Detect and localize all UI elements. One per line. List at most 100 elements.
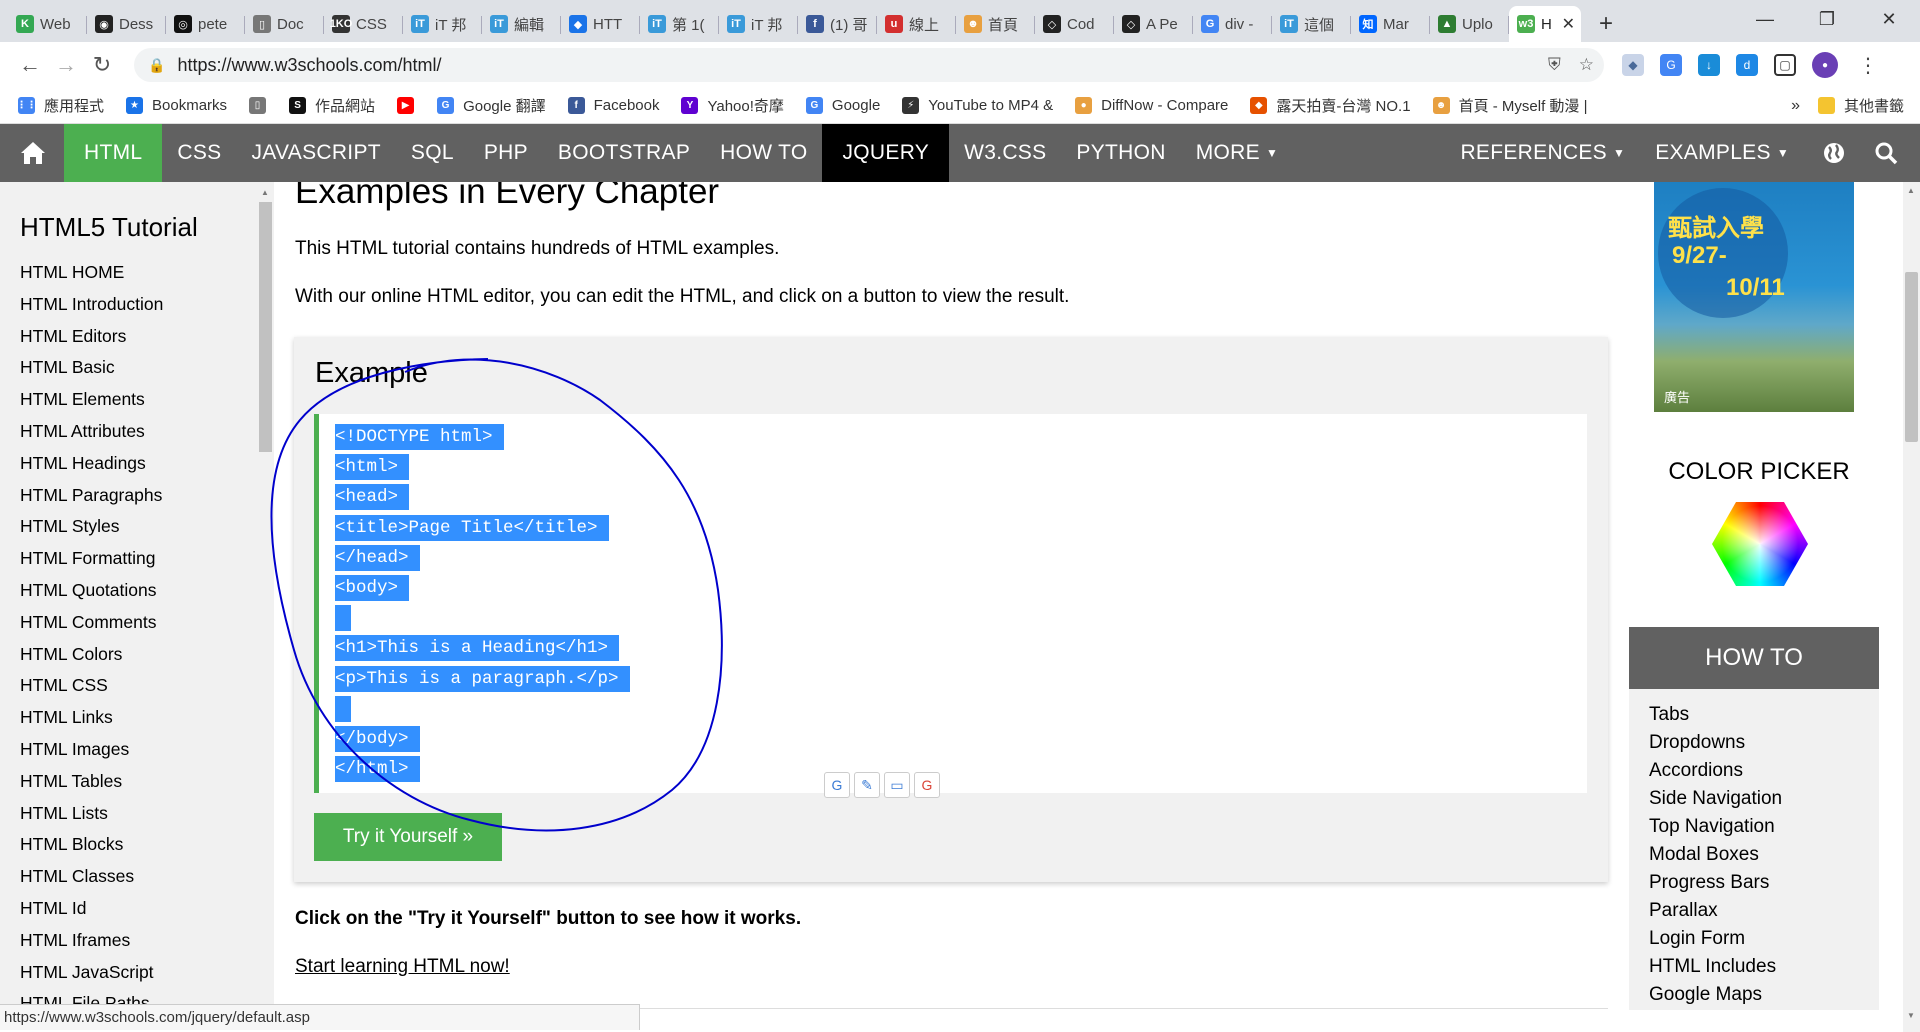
try-it-yourself-button[interactable]: Try it Yourself » <box>314 813 502 861</box>
sidebar-scrollbar[interactable]: ▲ <box>257 182 274 1010</box>
bookmark-item[interactable]: ⚡ YouTube to MP4 & <box>902 97 1053 114</box>
forward-arrow-icon[interactable]: → <box>48 47 84 83</box>
sidebar-link[interactable]: HTML Formatting <box>0 543 257 575</box>
sidebar-link[interactable]: HTML Styles <box>0 511 257 543</box>
tab[interactable]: iT 編輯 <box>482 6 561 42</box>
advertisement-banner[interactable]: 甄試入學 9/27- 10/11 廣告 <box>1654 182 1854 412</box>
howto-link[interactable]: Top Navigation <box>1629 813 1879 841</box>
w3-nav-w3-css[interactable]: W3.CSS <box>949 124 1061 182</box>
tab[interactable]: ◆ HTT <box>561 6 640 42</box>
tab[interactable]: ☻ 首頁 <box>956 6 1035 42</box>
bookmarks-overflow-chevron-icon[interactable]: » <box>1791 97 1800 115</box>
bookmark-item[interactable]: ◆ 露天拍賣-台灣 NO.1 <box>1250 95 1411 116</box>
dict-extension-icon[interactable]: d <box>1736 54 1758 76</box>
sidebar-link[interactable]: HTML Blocks <box>0 829 257 861</box>
howto-link[interactable]: Tabs <box>1629 701 1879 729</box>
w3-nav-jquery[interactable]: JQUERY <box>822 124 950 182</box>
tab[interactable]: u 線上 <box>877 6 956 42</box>
back-arrow-icon[interactable]: ← <box>12 47 48 83</box>
scroll-down-arrow-icon[interactable]: ▼ <box>1907 1011 1915 1020</box>
tab[interactable]: ▲ Uplo <box>1430 6 1509 42</box>
tab[interactable]: ◇ Cod <box>1035 6 1114 42</box>
howto-link[interactable]: Parallax <box>1629 897 1879 925</box>
sidebar-link[interactable]: HTML Paragraphs <box>0 480 257 512</box>
bookmark-item[interactable]: S 作品網站 <box>289 95 375 116</box>
w3-nav-more[interactable]: MORE ▼ <box>1181 124 1293 182</box>
sidebar-link[interactable]: HTML CSS <box>0 670 257 702</box>
howto-link[interactable]: Side Navigation <box>1629 785 1879 813</box>
w3-nav-python[interactable]: PYTHON <box>1061 124 1180 182</box>
code-block[interactable]: <!DOCTYPE html> <html> <head> <title>Page T… <box>314 414 1587 793</box>
new-tab-button[interactable]: + <box>1589 6 1623 42</box>
bookmark-item[interactable]: ☻ 首頁 - Myself 動漫 | <box>1432 95 1587 116</box>
sidebar-link[interactable]: HTML HOME <box>0 257 257 289</box>
chrome-menu-icon[interactable]: ⋮ <box>1858 53 1878 78</box>
bookmark-item[interactable]: f Facebook <box>567 97 659 114</box>
sidebar-link[interactable]: HTML Headings <box>0 448 257 480</box>
tab[interactable]: ◇ A Pe <box>1114 6 1193 42</box>
sidebar-link[interactable]: HTML Elements <box>0 384 257 416</box>
page-scroll-thumb[interactable] <box>1905 272 1918 442</box>
scroll-up-arrow-icon[interactable]: ▲ <box>261 188 269 197</box>
w3-nav-how-to[interactable]: HOW TO <box>705 124 822 182</box>
sidebar-link[interactable]: HTML Basic <box>0 352 257 384</box>
reload-icon[interactable]: ↻ <box>84 47 120 83</box>
sidebar-link[interactable]: HTML JavaScript <box>0 957 257 989</box>
w3-nav-javascript[interactable]: JAVASCRIPT <box>236 124 395 182</box>
sidebar-link[interactable]: HTML Id <box>0 893 257 925</box>
w3-nav-sql[interactable]: SQL <box>396 124 469 182</box>
sidebar-link[interactable]: HTML Quotations <box>0 575 257 607</box>
download-extension-icon[interactable]: ↓ <box>1698 54 1720 76</box>
sidebar-link[interactable]: HTML Colors <box>0 639 257 671</box>
tab[interactable]: 1KO CSS <box>324 6 403 42</box>
howto-link[interactable]: Range Sliders <box>1629 1009 1879 1010</box>
comment-popup-icon[interactable]: ▭ <box>884 772 910 798</box>
sidebar-link[interactable]: HTML Comments <box>0 607 257 639</box>
sidebar-link[interactable]: HTML Images <box>0 734 257 766</box>
tab[interactable]: iT iT 邦 <box>719 6 798 42</box>
howto-link[interactable]: Google Maps <box>1629 981 1879 1009</box>
screenshot-extension-icon[interactable]: ▢ <box>1774 54 1796 76</box>
sidebar-link[interactable]: HTML Tables <box>0 766 257 798</box>
maximize-button[interactable]: ❐ <box>1796 0 1858 38</box>
howto-link[interactable]: HTML Includes <box>1629 953 1879 981</box>
tab[interactable]: ◎ pete <box>166 6 245 42</box>
minimize-button[interactable]: — <box>1734 0 1796 38</box>
tab-close-icon[interactable]: ✕ <box>1562 14 1575 34</box>
sidebar-link[interactable]: HTML Classes <box>0 861 257 893</box>
sidebar-link[interactable]: HTML Links <box>0 702 257 734</box>
w3-nav-bootstrap[interactable]: BOOTSTRAP <box>543 124 705 182</box>
bookmark-item[interactable]: G Google 翻譯 <box>437 95 546 116</box>
tab[interactable]: iT iT 邦 <box>403 6 482 42</box>
bookmark-item[interactable]: ★ Bookmarks <box>126 97 227 114</box>
w3-nav-css[interactable]: CSS <box>162 124 236 182</box>
close-window-button[interactable]: ✕ <box>1858 0 1920 38</box>
start-learning-link[interactable]: Start learning HTML now! <box>295 956 510 978</box>
tab[interactable]: iT 這個 <box>1272 6 1351 42</box>
sidebar-link[interactable]: HTML Iframes <box>0 925 257 957</box>
sidebar-link[interactable]: HTML Introduction <box>0 289 257 321</box>
address-bar[interactable]: 🔒 https://www.w3schools.com/html/ ⛨ ☆ <box>134 48 1604 82</box>
dropbox-extension-icon[interactable]: ◆ <box>1622 54 1644 76</box>
w3-nav-references[interactable]: REFERENCES ▼ <box>1445 124 1640 182</box>
bookmark-item[interactable]: ⋮⋮ 應用程式 <box>17 95 104 116</box>
w3-nav-examples[interactable]: EXAMPLES ▼ <box>1640 124 1804 182</box>
tab-active[interactable]: w3 H ✕ <box>1509 6 1581 42</box>
howto-link[interactable]: Modal Boxes <box>1629 841 1879 869</box>
sidebar-scroll-thumb[interactable] <box>259 202 272 452</box>
home-icon[interactable] <box>0 124 64 182</box>
translate-popup-icon[interactable]: G <box>824 772 850 798</box>
howto-link[interactable]: Dropdowns <box>1629 729 1879 757</box>
search-popup-icon[interactable]: G <box>914 772 940 798</box>
page-scrollbar[interactable]: ▲ ▼ <box>1903 182 1920 1032</box>
translate-extension-icon[interactable]: G <box>1660 54 1682 76</box>
profile-avatar[interactable]: ● <box>1812 52 1838 78</box>
sidebar-link[interactable]: HTML Editors <box>0 321 257 353</box>
howto-link[interactable]: Progress Bars <box>1629 869 1879 897</box>
tab[interactable]: ◉ Dess <box>87 6 166 42</box>
w3-nav-php[interactable]: PHP <box>469 124 543 182</box>
color-picker-hexagon-icon[interactable] <box>1712 502 1808 586</box>
bookmark-item[interactable]: ▯ <box>249 97 275 114</box>
howto-link[interactable]: Accordions <box>1629 757 1879 785</box>
bookmark-item[interactable]: ▶ <box>397 97 423 114</box>
